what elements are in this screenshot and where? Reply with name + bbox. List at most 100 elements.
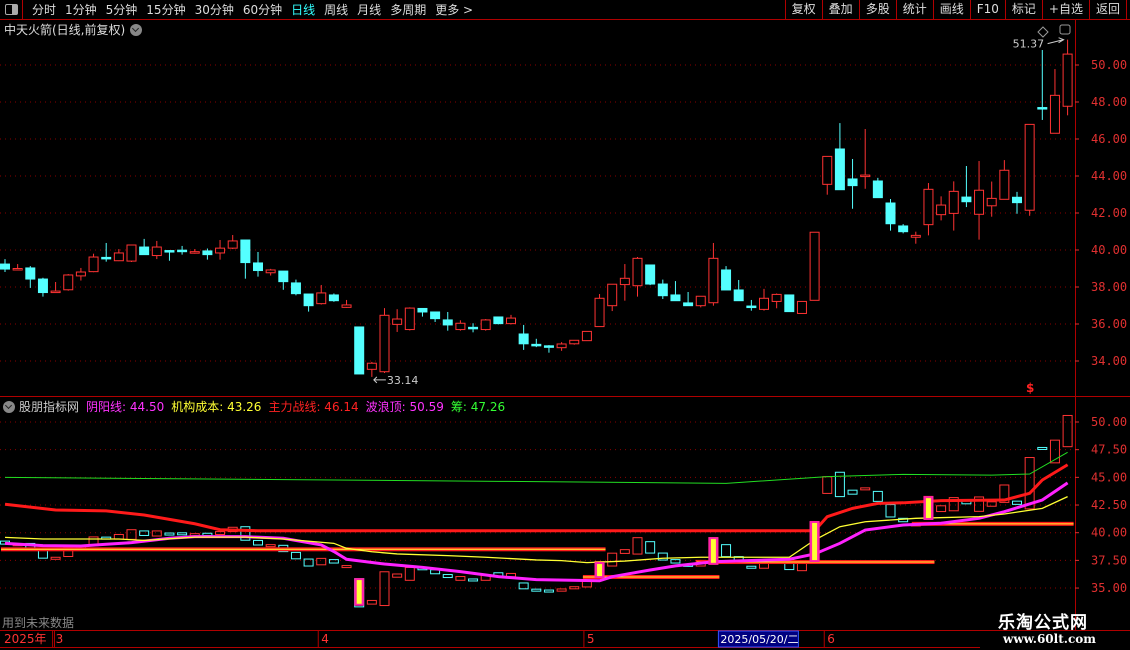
indicator-candle <box>619 549 630 554</box>
candle-body <box>822 155 833 185</box>
candle-body <box>189 251 200 254</box>
candle <box>455 320 466 581</box>
diamond-icon <box>1037 26 1049 38</box>
candle-body <box>202 250 213 256</box>
candle-body <box>328 294 339 302</box>
y-tick-label: 50.00 <box>1091 58 1127 72</box>
candle <box>543 345 554 593</box>
indicator-y-tick-label: 37.50 <box>1091 553 1127 567</box>
candle <box>215 240 226 535</box>
y-tick-label: 46.00 <box>1091 132 1127 146</box>
candle-body <box>227 240 238 249</box>
indicator-candle <box>822 476 833 494</box>
indicator-candle <box>1062 414 1073 448</box>
indicator-candle <box>404 566 415 581</box>
candle <box>771 293 782 564</box>
candle-body <box>1062 53 1073 107</box>
signal-bar-core <box>925 498 931 518</box>
candle <box>1049 69 1060 464</box>
legend-item: 波浪顶: 50.59 <box>365 400 444 414</box>
candle-body <box>746 305 757 309</box>
indicator-candle <box>607 552 618 567</box>
candle <box>657 279 668 561</box>
candle <box>404 307 415 581</box>
candle <box>999 160 1010 503</box>
candle <box>784 294 795 571</box>
signal-bar-core <box>597 564 603 577</box>
dollar-marker-icon: $ <box>1026 381 1034 395</box>
candle-body <box>543 345 554 348</box>
candle-body <box>63 274 74 291</box>
candle <box>316 284 327 566</box>
candle <box>948 181 959 512</box>
candle <box>113 249 124 540</box>
legend-item: 主力战线: 46.14 <box>268 400 359 414</box>
candle <box>822 155 833 494</box>
chevron-down-icon[interactable] <box>3 400 15 413</box>
y-tick-label: 44.00 <box>1091 169 1127 183</box>
candle <box>202 248 213 536</box>
candle-body <box>0 263 10 270</box>
indicator-y-tick-label: 40.00 <box>1091 526 1127 540</box>
indicator-line-筹 <box>4 451 1068 484</box>
candle-body <box>164 250 175 253</box>
timeline-month: 6 <box>827 632 835 646</box>
high-price-label: 51.37 <box>1013 38 1045 51</box>
candle-body <box>101 256 112 260</box>
candle-body <box>480 319 491 331</box>
candle <box>683 291 694 567</box>
candle-body <box>936 204 947 216</box>
candle-body <box>37 278 48 294</box>
candle-body <box>581 330 592 342</box>
high-arrow-icon <box>1047 37 1065 45</box>
indicator-candle <box>392 573 403 578</box>
indicator-candle <box>1037 446 1048 450</box>
indicator-candle <box>455 576 466 581</box>
kline-chart[interactable]: 34.00 36.00 38.00 40.00 42.00 44.00 46.00 48.00… <box>0 0 1130 650</box>
cursor-date: 2025/05/20/二 <box>720 633 798 646</box>
candle-body <box>657 283 668 297</box>
candle <box>341 299 352 569</box>
indicator-candle <box>50 556 61 560</box>
candle-body <box>139 246 150 256</box>
indicator-candle <box>746 565 757 569</box>
candle-body <box>12 268 23 271</box>
candle <box>240 239 251 541</box>
candle-body <box>303 293 314 307</box>
candle-body <box>974 189 985 215</box>
candle-body <box>961 196 972 203</box>
candle <box>619 264 630 554</box>
candle-body <box>885 202 896 225</box>
y-tick-label: 42.00 <box>1091 206 1127 220</box>
candle <box>708 242 719 565</box>
candle <box>493 316 504 578</box>
candle <box>872 177 883 502</box>
legend-item: 机构成本: 43.26 <box>171 400 262 414</box>
candle <box>721 266 732 558</box>
timeline-month: 5 <box>587 632 595 646</box>
legend-item: 筹: 47.26 <box>450 400 506 414</box>
candle <box>834 123 845 498</box>
candle-body <box>455 322 466 331</box>
indicator-candle <box>872 490 883 502</box>
candle-body <box>986 197 997 207</box>
candle-body <box>177 249 188 253</box>
candle <box>923 183 934 519</box>
candle <box>860 129 871 491</box>
candle <box>164 250 175 536</box>
candle <box>809 231 820 564</box>
candle-body <box>898 225 909 233</box>
candle-body <box>417 307 428 313</box>
candle-body <box>25 267 36 280</box>
indicator-legend: 股朋指标网 阴阳线: 44.50 机构成本: 43.26 主力战线: 46.14 波浪… <box>3 398 512 415</box>
candle-body <box>834 148 845 191</box>
indicator-candle <box>936 505 947 513</box>
indicator-candle <box>151 530 162 537</box>
candle-body <box>265 269 276 274</box>
indicator-y-tick-label: 35.00 <box>1091 581 1127 595</box>
candle <box>468 323 479 582</box>
indicator-candle <box>721 544 732 558</box>
indicator-candle <box>177 532 188 536</box>
candle <box>303 293 314 567</box>
candle-body <box>518 333 529 345</box>
